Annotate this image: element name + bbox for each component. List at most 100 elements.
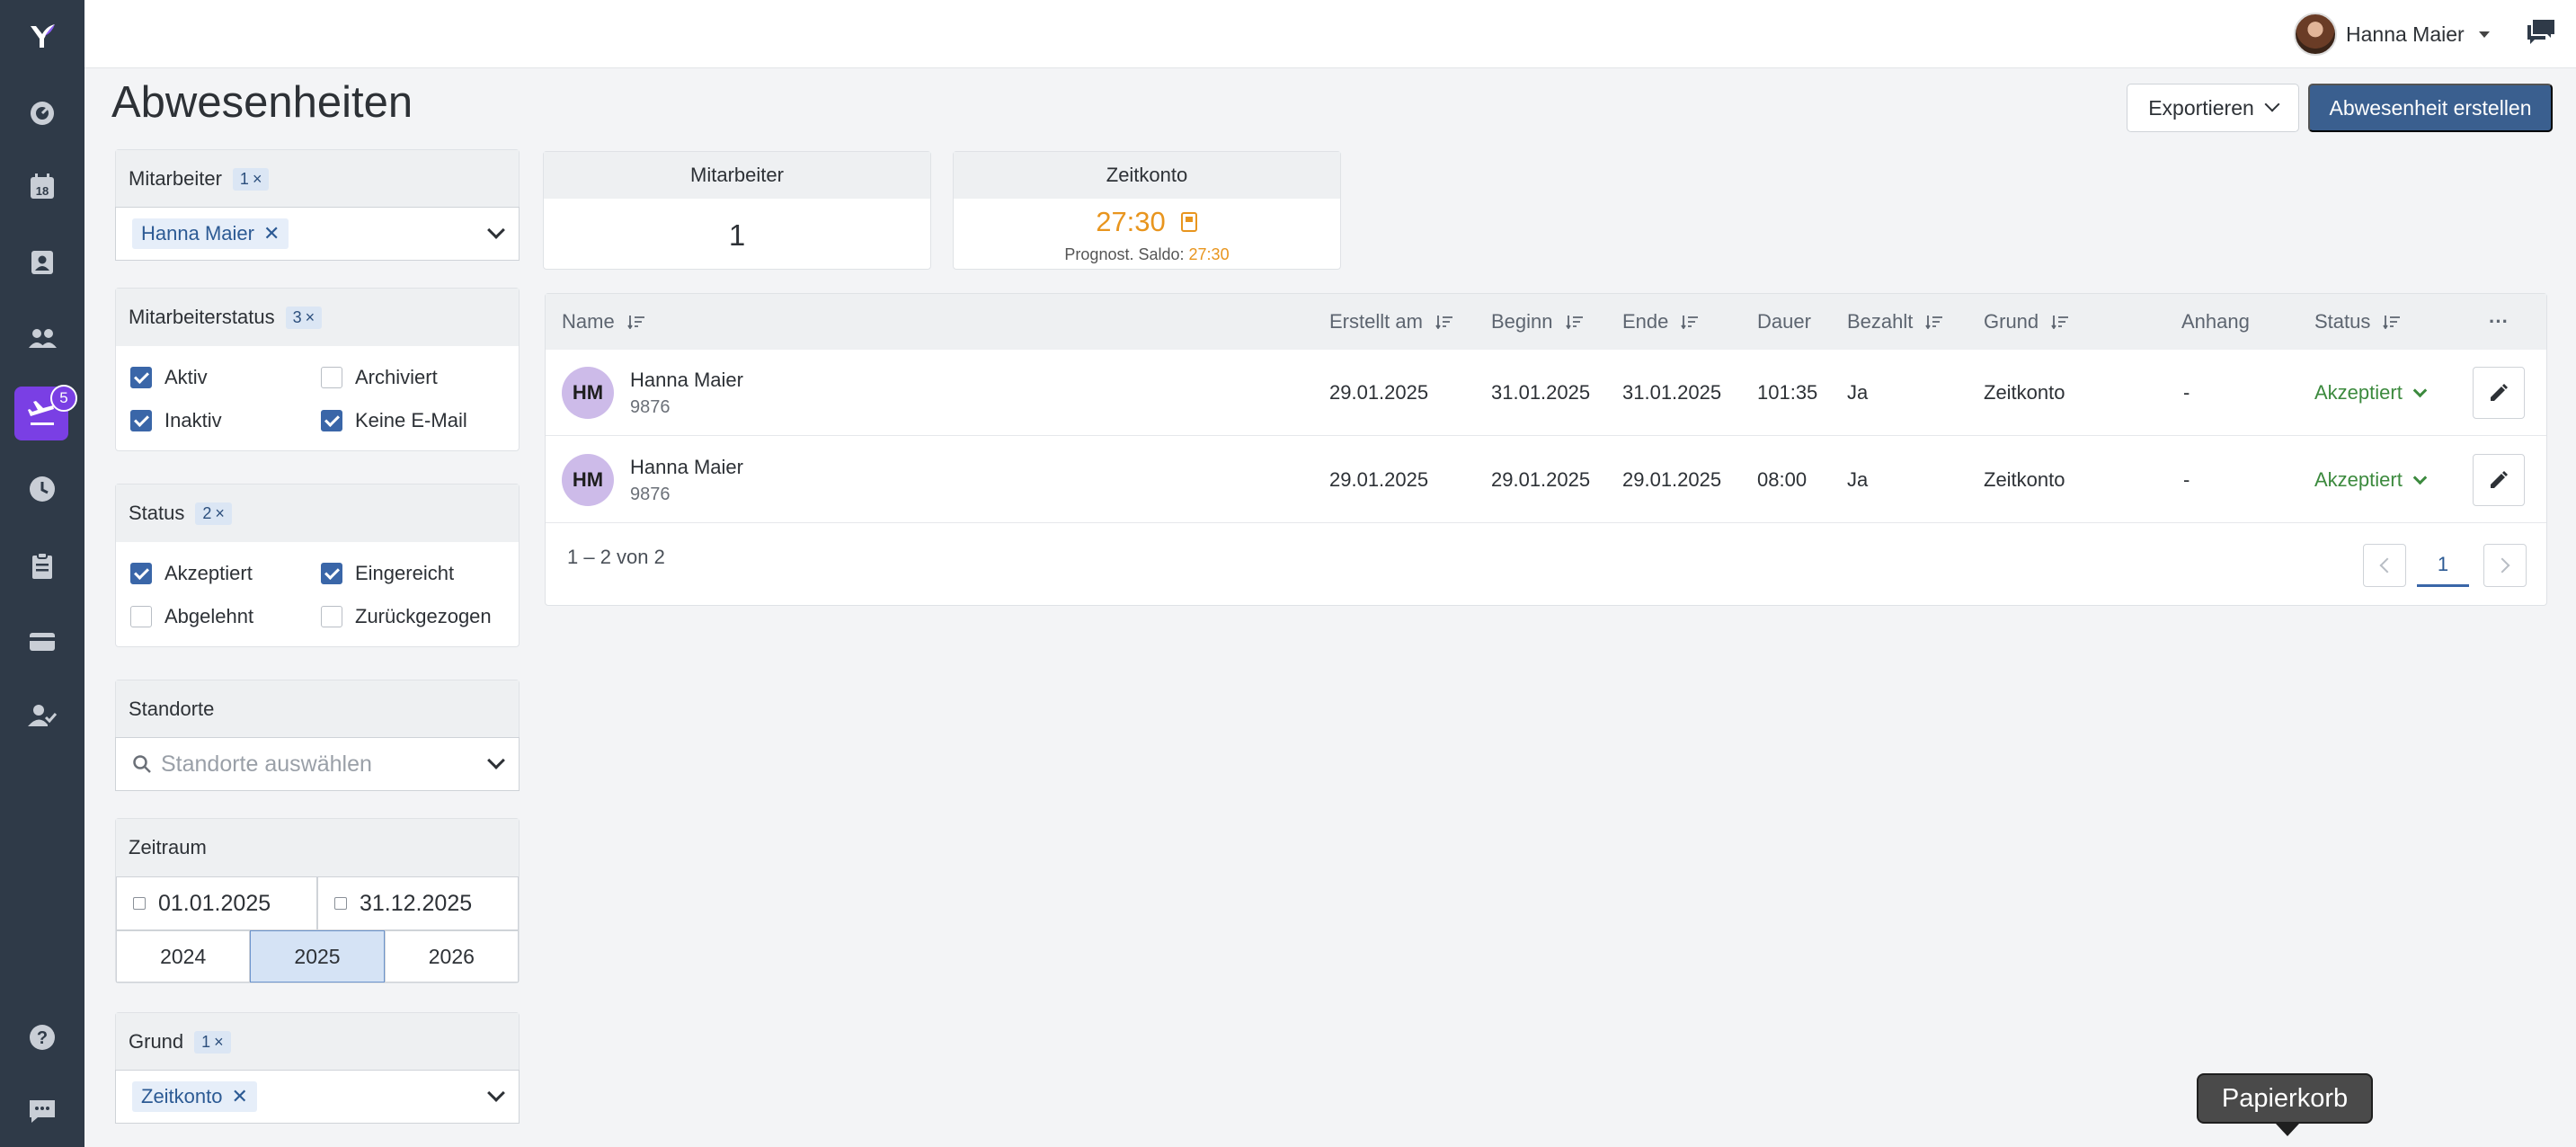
- column-erstellt[interactable]: Erstellt am: [1329, 294, 1453, 350]
- filter-count-chip[interactable]: 2 ×: [195, 502, 232, 525]
- column-anhang: Anhang: [2181, 310, 2250, 333]
- dashboard-icon[interactable]: [0, 84, 84, 142]
- filter-mitarbeiterstatus: Mitarbeiterstatus 3 × Aktiv Archiviert In…: [115, 288, 520, 451]
- create-absence-button[interactable]: Abwesenheit erstellen: [2308, 84, 2553, 132]
- calendar-small-icon: [334, 897, 347, 910]
- card-icon[interactable]: [0, 613, 84, 671]
- sort-icon: [1681, 316, 1699, 329]
- remove-tag-icon[interactable]: ✕: [232, 1085, 248, 1108]
- checkbox-zurueckgezogen[interactable]: Zurückgezogen: [321, 605, 511, 628]
- filter-count-chip[interactable]: 3 ×: [285, 306, 323, 329]
- chat-icon[interactable]: [0, 1082, 84, 1140]
- absences-icon[interactable]: 5: [0, 385, 84, 442]
- chevron-down-icon: [487, 1084, 505, 1102]
- checkbox-box[interactable]: [321, 563, 342, 584]
- filter-title: Mitarbeiterstatus: [129, 306, 275, 328]
- sort-icon: [1925, 316, 1943, 329]
- cell-dauer: 08:00: [1757, 468, 1808, 491]
- checkbox-box[interactable]: [130, 410, 152, 431]
- column-ende[interactable]: Ende: [1622, 294, 1699, 350]
- remove-tag-icon[interactable]: ✕: [263, 222, 280, 245]
- column-bezahlt[interactable]: Bezahlt: [1847, 294, 1943, 350]
- book-icon[interactable]: [1180, 211, 1198, 233]
- svg-text:?: ?: [37, 1028, 48, 1048]
- cell-anhang: -: [2183, 468, 2190, 491]
- chevron-down-icon: [2412, 470, 2428, 485]
- zeitkonto-value: 27:30: [1096, 206, 1166, 237]
- status-dropdown[interactable]: Akzeptiert: [2314, 381, 2428, 405]
- clear-icon: ×: [214, 1032, 224, 1051]
- checkbox-box[interactable]: [321, 367, 342, 388]
- messages-icon[interactable]: [2526, 18, 2556, 47]
- sort-icon: [1435, 316, 1452, 329]
- chevron-left-icon: [2379, 557, 2395, 574]
- filter-count-chip[interactable]: 1 ×: [232, 167, 270, 191]
- logo-icon[interactable]: [0, 7, 84, 65]
- year-button[interactable]: 2026: [384, 930, 519, 983]
- calendar-icon[interactable]: 18: [0, 158, 84, 216]
- checkbox-box[interactable]: [130, 563, 152, 584]
- status-dropdown[interactable]: Akzeptiert: [2314, 468, 2428, 492]
- calendar-small-icon: [133, 897, 146, 910]
- absences-table: Name Erstellt am Beginn Ende Dauer Bezah…: [545, 293, 2547, 606]
- filter-count-chip[interactable]: 1 ×: [194, 1030, 231, 1054]
- employee-name: Hanna Maier: [630, 455, 743, 478]
- column-status[interactable]: Status: [2314, 294, 2401, 350]
- chevron-down-icon: [487, 751, 505, 769]
- edit-button[interactable]: [2473, 367, 2525, 419]
- team-icon[interactable]: [0, 309, 84, 367]
- column-name[interactable]: Name: [562, 294, 645, 350]
- user-menu[interactable]: Hanna Maier: [2294, 13, 2490, 56]
- clock-icon[interactable]: [0, 460, 84, 518]
- checkbox-keine-email[interactable]: Keine E-Mail: [321, 409, 511, 432]
- chevron-down-icon: [487, 221, 505, 239]
- cell-erstellt: 29.01.2025: [1329, 468, 1429, 491]
- sort-icon: [2051, 316, 2069, 329]
- column-grund[interactable]: Grund: [1984, 294, 2069, 350]
- next-page-button[interactable]: [2483, 544, 2527, 587]
- table-header: Name Erstellt am Beginn Ende Dauer Bezah…: [546, 294, 2546, 350]
- current-page[interactable]: 1: [2417, 544, 2469, 587]
- user-check-icon[interactable]: [0, 687, 84, 744]
- cell-ende: 29.01.2025: [1622, 468, 1722, 491]
- checkbox-box[interactable]: [321, 606, 342, 627]
- date-from-input[interactable]: 01.01.2025: [116, 876, 317, 930]
- contacts-icon[interactable]: [0, 234, 84, 291]
- help-icon[interactable]: ?: [0, 1009, 84, 1066]
- export-button[interactable]: Exportieren: [2127, 84, 2299, 132]
- table-row[interactable]: HM Hanna Maier 9876 29.01.2025 29.01.2025…: [546, 437, 2546, 523]
- prognose-saldo: Prognost. Saldo: 27:30: [1064, 245, 1230, 263]
- standorte-select[interactable]: Standorte auswählen: [115, 737, 520, 791]
- year-button[interactable]: 2024: [116, 930, 251, 983]
- date-to-input[interactable]: 31.12.2025: [317, 876, 519, 930]
- more-options-icon[interactable]: ···: [2489, 294, 2509, 350]
- filter-header: Mitarbeiter 1 ×: [116, 150, 519, 208]
- checkbox-aktiv[interactable]: Aktiv: [130, 366, 321, 389]
- year-button-selected[interactable]: 2025: [250, 930, 385, 983]
- cell-erstellt: 29.01.2025: [1329, 381, 1429, 404]
- checkbox-box[interactable]: [130, 606, 152, 627]
- employee-id: 9876: [630, 396, 671, 417]
- checkbox-box[interactable]: [130, 367, 152, 388]
- mitarbeiter-select[interactable]: Hanna Maier ✕: [115, 207, 520, 261]
- checkbox-archiviert[interactable]: Archiviert: [321, 366, 511, 389]
- checkbox-box[interactable]: [321, 410, 342, 431]
- table-row[interactable]: HM Hanna Maier 9876 29.01.2025 31.01.2025…: [546, 350, 2546, 436]
- cell-dauer: 101:35: [1757, 381, 1818, 404]
- edit-button[interactable]: [2473, 454, 2525, 506]
- filter-header: Grund 1 ×: [116, 1013, 519, 1071]
- pencil-icon: [2491, 384, 2508, 401]
- checkbox-abgelehnt[interactable]: Abgelehnt: [130, 605, 321, 628]
- checkbox-eingereicht[interactable]: Eingereicht: [321, 562, 511, 585]
- filter-title: Grund: [129, 1030, 184, 1053]
- prev-page-button[interactable]: [2363, 544, 2406, 587]
- checkbox-akzeptiert[interactable]: Akzeptiert: [130, 562, 321, 585]
- export-label: Exportieren: [2148, 95, 2254, 120]
- top-bar: [84, 0, 2576, 68]
- clipboard-icon[interactable]: [0, 538, 84, 595]
- sort-icon: [626, 316, 644, 329]
- clear-icon: ×: [215, 503, 225, 522]
- grund-select[interactable]: Zeitkonto ✕: [115, 1070, 520, 1124]
- column-beginn[interactable]: Beginn: [1491, 294, 1584, 350]
- checkbox-inaktiv[interactable]: Inaktiv: [130, 409, 321, 432]
